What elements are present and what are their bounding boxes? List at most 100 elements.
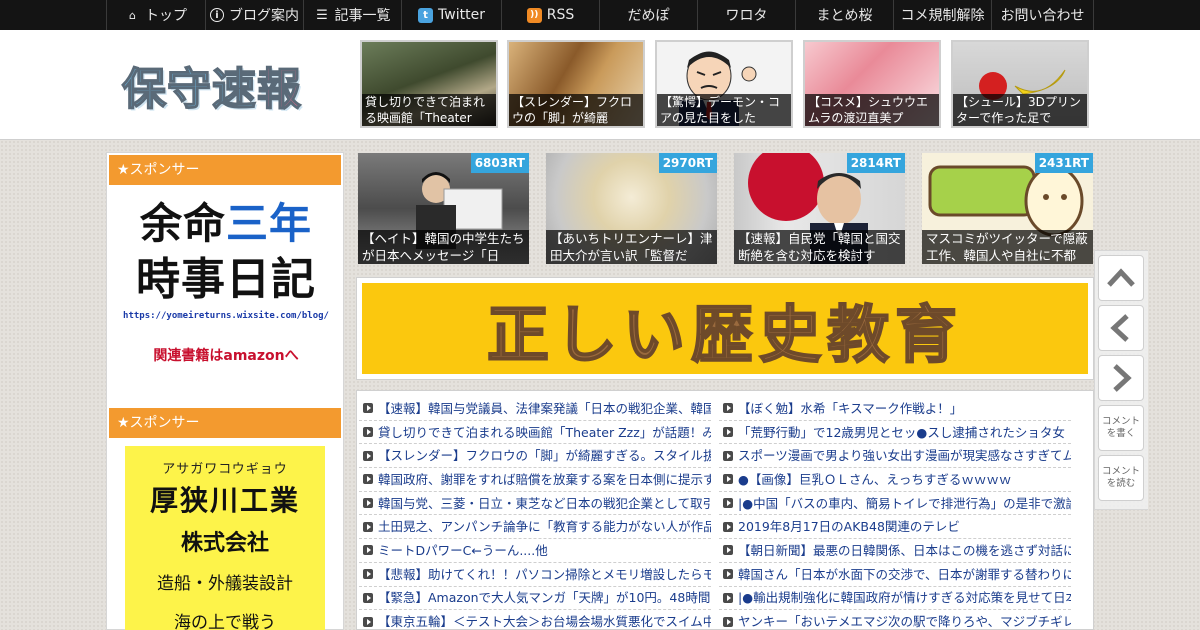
article-title: |●輸出規制強化に韓国政府が情けすぎる対応策を見せて日本側 xyxy=(738,590,1071,606)
article-list-item[interactable]: 【悲報】助けてくれ！！パソコン掃除とメモリ増設したらモニ xyxy=(359,563,711,587)
article-list-item[interactable]: 2019年8月17日のAKB48関連のテレビ xyxy=(719,515,1071,540)
nav-item-twitter[interactable]: t Twitter xyxy=(402,0,502,30)
article-title: 韓国さん「日本が水面下の交渉で、日本が謝罪する替わりに韓 xyxy=(738,566,1071,582)
sponsor-banner-asagawa[interactable]: アサガワコウギョウ 厚狭川工業 株式会社 造船・外艤装設計 海の上で戦う xyxy=(125,446,325,630)
play-bullet-icon xyxy=(363,592,373,603)
banner-kana: アサガワコウギョウ xyxy=(162,462,288,477)
article-list-item[interactable]: ヤンキー「おいテメエマジ次の駅で降りろや、マジブチギレた xyxy=(719,610,1071,630)
thumb-caption: 貸し切りできて泊まれる映画館「Theater xyxy=(362,94,496,126)
article-list-item[interactable]: 【緊急】Amazonで大人気マンガ「天牌」が10円。48時間限定の xyxy=(359,587,711,611)
rt-count-badge: 2814RT xyxy=(846,153,905,173)
banner-title: 正しい歴史教育 xyxy=(486,297,963,372)
banner-business: 造船・外艤装設計 xyxy=(157,574,293,594)
nav-label: お問い合わせ xyxy=(1000,8,1085,24)
article-list-item[interactable]: |●輸出規制強化に韓国政府が情けすぎる対応策を見せて日本側 xyxy=(719,587,1071,611)
logo-text-accent: 報 xyxy=(256,63,302,116)
article-list-item[interactable]: 貸し切りできて泊まれる映画館「Theater Zzz」が話題！みんな xyxy=(359,421,711,445)
nav-item-rss[interactable]: )) RSS xyxy=(502,0,600,30)
history-education-banner[interactable]: 正しい歴史教育 xyxy=(356,277,1094,380)
play-bullet-icon xyxy=(723,474,733,485)
article-list-right: 【ぼく勉】水希「キスマーク作戦よ！」 「荒野行動」で12歳男児とセッ●スし逮捕され… xyxy=(719,397,1071,630)
article-title: 2019年8月17日のAKB48関連のテレビ xyxy=(738,519,960,535)
next-article-button[interactable] xyxy=(1098,355,1144,401)
ranking-caption: 【あいちトリエンナーレ】津田大介が言い訳「監督だ xyxy=(546,230,717,264)
site-logo[interactable]: 保守速報 xyxy=(121,50,322,120)
article-title: |●中国「バスの車内、簡易トイレで排泄行為」の是非で激論発 xyxy=(738,495,1071,511)
sponsor-banner-yomei[interactable]: 余命三年 時事日記 https://yomeireturns.wixsite.c… xyxy=(121,197,331,387)
logo-text: 保守速 xyxy=(121,63,257,116)
play-bullet-icon xyxy=(363,616,373,627)
play-bullet-icon xyxy=(363,427,373,438)
article-list-item[interactable]: 【ぼく勉】水希「キスマーク作戦よ！」 xyxy=(719,397,1071,421)
rt-count-badge: 6803RT xyxy=(470,153,529,173)
top-nav: ⌂ トップ i ブログ案内 ☰ 記事一覧 t Twitter )) RSS だめぽ ワロタ… xyxy=(0,0,1200,30)
banner-tagline: 海の上で戦う xyxy=(174,613,276,630)
ranking-thumb[interactable]: 2814RT 【速報】自民党「韓国と国交断絶を含む対応を検討す xyxy=(734,153,905,264)
article-list-item[interactable]: 【東京五輪】＜テスト大会＞お台場会場水質悪化でスイム中止 xyxy=(359,610,711,630)
article-list-item[interactable]: 【スレンダー】フクロウの「脚」が綺麗すぎる。スタイル抜群 xyxy=(359,444,711,469)
article-list-item[interactable]: ミートDパワーC←うーん....他 xyxy=(359,539,711,563)
play-bullet-icon xyxy=(363,545,373,556)
play-bullet-icon xyxy=(363,474,373,485)
article-list-left: 【速報】韓国与党議員、法律案発議「日本の戦犯企業、韓国の 貸し切りできて泊まれる映… xyxy=(359,397,711,630)
twitter-icon: t xyxy=(418,7,434,23)
banner-text-accent: 三年 xyxy=(226,199,313,248)
nav-item-top[interactable]: ⌂ トップ xyxy=(106,0,206,30)
comment-read-button[interactable]: コメントを読む xyxy=(1098,455,1144,501)
article-title: 【緊急】Amazonで大人気マンガ「天牌」が10円。48時間限定の xyxy=(378,590,711,606)
article-list-item[interactable]: ●【画像】巨乳ＯＬさん、えっちすぎるｗｗｗｗ xyxy=(719,468,1071,492)
thumb-caption: 【コスメ】シュウウエムラの渡辺直美プ xyxy=(805,94,939,126)
nav-label: Twitter xyxy=(438,7,485,23)
scroll-top-button[interactable] xyxy=(1098,255,1144,301)
nav-item-article-list[interactable]: ☰ 記事一覧 xyxy=(304,0,402,30)
article-title: 【朝日新聞】最悪の日韓関係、日本はこの機を逃さず対話に応 xyxy=(738,542,1071,558)
play-bullet-icon xyxy=(723,616,733,627)
article-list-item[interactable]: 【朝日新聞】最悪の日韓関係、日本はこの機を逃さず対話に応 xyxy=(719,539,1071,563)
ranking-thumb[interactable]: 6803RT 【ヘイト】韓国の中学生たちが日本へメッセージ「日 xyxy=(358,153,529,264)
article-title: 韓国与党、三菱・日立・東芝など日本の戦犯企業として取引禁 xyxy=(378,495,711,511)
article-list-item[interactable]: 【速報】韓国与党議員、法律案発議「日本の戦犯企業、韓国の xyxy=(359,397,711,421)
nav-item-comment-unblock[interactable]: コメ規制解除 xyxy=(894,0,992,30)
comment-write-label: コメントを書く xyxy=(1101,416,1140,439)
article-list-item[interactable]: 「荒野行動」で12歳男児とセッ●スし逮捕されたショタ女（23） xyxy=(719,421,1071,445)
article-list-item[interactable]: 韓国さん「日本が水面下の交渉で、日本が謝罪する替わりに韓 xyxy=(719,563,1071,587)
nav-item-damepo[interactable]: だめぽ xyxy=(600,0,698,30)
nav-item-warota[interactable]: ワロタ xyxy=(698,0,796,30)
header-article-thumb[interactable]: 【スレンダー】フクロウの「脚」が綺麗 xyxy=(507,40,645,128)
nav-item-blog-guide[interactable]: i ブログ案内 xyxy=(206,0,304,30)
banner-amazon-link: 関連書籍はamazonへ xyxy=(153,348,299,364)
comment-read-label: コメントを読む xyxy=(1101,466,1140,489)
ranking-thumb[interactable]: 2970RT 【あいちトリエンナーレ】津田大介が言い訳「監督だ xyxy=(546,153,717,264)
nav-item-contact[interactable]: お問い合わせ xyxy=(992,0,1094,30)
nav-item-matome-sakura[interactable]: まとめ桜 xyxy=(796,0,894,30)
banner-text: 時事日記 xyxy=(136,254,316,305)
header-article-thumb[interactable]: 【コスメ】シュウウエムラの渡辺直美プ xyxy=(803,40,941,128)
play-bullet-icon xyxy=(723,592,733,603)
ranking-thumb[interactable]: 2431RT マスコミがツイッターで隠蔽工作、韓国人や自社に不都 xyxy=(922,153,1093,264)
comment-write-button[interactable]: コメントを書く xyxy=(1098,405,1144,451)
prev-article-button[interactable] xyxy=(1098,305,1144,351)
play-bullet-icon xyxy=(363,498,373,509)
header-article-thumb[interactable]: 【驚愕】デーモン・コアの見た目をした xyxy=(655,40,793,128)
article-list-item[interactable]: スポーツ漫画で男より強い女出す漫画が現実感なさすぎてムカ xyxy=(719,444,1071,469)
banner-inner: 正しい歴史教育 xyxy=(362,283,1088,374)
rss-icon: )) xyxy=(526,7,542,23)
article-list-item[interactable]: |●中国「バスの車内、簡易トイレで排泄行為」の是非で激論発 xyxy=(719,492,1071,516)
rt-count-badge: 2970RT xyxy=(658,153,717,173)
rt-count-badge: 2431RT xyxy=(1034,153,1093,173)
ranking-caption: 【速報】自民党「韓国と国交断絶を含む対応を検討す xyxy=(734,230,905,264)
thumb-caption: 【スレンダー】フクロウの「脚」が綺麗 xyxy=(509,94,643,126)
play-bullet-icon xyxy=(723,545,733,556)
banner-company-name: 厚狭川工業 xyxy=(149,484,300,517)
article-list-item[interactable]: 韓国政府、謝罪をすれば賠償を放棄する案を日本側に提示する xyxy=(359,468,711,492)
nav-label: だめぽ xyxy=(627,8,670,24)
banner-text: 余命 xyxy=(139,199,226,248)
article-title: 土田晃之、アンパンチ論争に「教育する能力がない人が作品の xyxy=(378,519,711,535)
article-title: ミートDパワーC←うーん....他 xyxy=(378,542,548,558)
site-header: 保守速報 貸し切りできて泊まれる映画館「Theater 【スレンダー】フクロウの… xyxy=(0,30,1200,140)
article-list-item[interactable]: 土田晃之、アンパンチ論争に「教育する能力がない人が作品の xyxy=(359,515,711,540)
article-list-item[interactable]: 韓国与党、三菱・日立・東芝など日本の戦犯企業として取引禁 xyxy=(359,492,711,516)
header-article-thumb[interactable]: 【シュール】3Dプリンターで作った足で xyxy=(951,40,1089,128)
sponsor-heading: ★スポンサー xyxy=(109,155,341,185)
header-article-thumb[interactable]: 貸し切りできて泊まれる映画館「Theater xyxy=(360,40,498,128)
